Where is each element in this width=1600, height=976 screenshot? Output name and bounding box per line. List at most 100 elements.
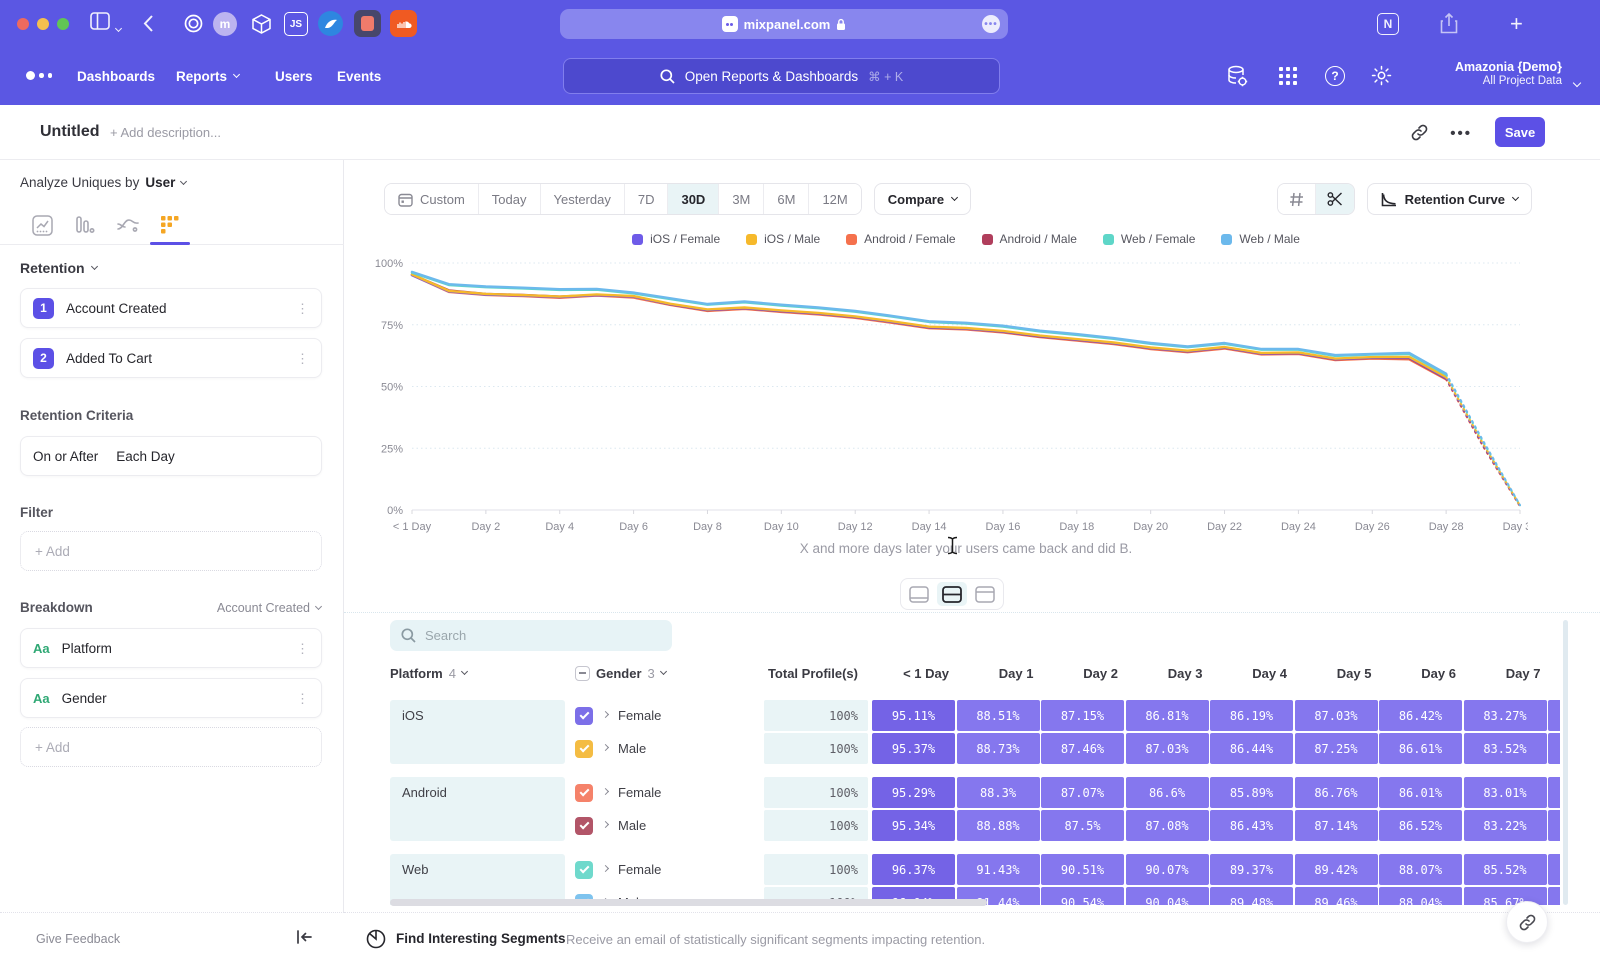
retention-value-cell[interactable]: 89.48% xyxy=(1210,887,1293,905)
expand-chevron-icon[interactable] xyxy=(602,743,609,750)
column-header-day[interactable]: Day 4 xyxy=(1210,660,1293,686)
retention-value-cell[interactable]: 86.76% xyxy=(1295,777,1378,808)
red-app-extension-icon[interactable] xyxy=(354,10,381,37)
apps-grid-icon[interactable] xyxy=(1279,67,1298,86)
step-options-icon[interactable]: ⋮ xyxy=(296,306,309,311)
retention-value-cell[interactable]: 87.46% xyxy=(1041,733,1124,764)
retention-value-cell[interactable]: 96.37% xyxy=(872,854,955,885)
share-link-floating-button[interactable] xyxy=(1506,901,1548,943)
breakdown-add-button[interactable]: + Add xyxy=(20,727,322,767)
retention-value-cell[interactable]: 88.07% xyxy=(1379,854,1462,885)
analyze-value-dropdown[interactable]: User xyxy=(145,175,186,190)
retention-value-cell[interactable]: 86.6% xyxy=(1126,777,1209,808)
vertical-scrollbar[interactable] xyxy=(1563,620,1568,905)
retention-step-card[interactable]: 2Added To Cart⋮ xyxy=(20,338,322,378)
avatar-m-icon[interactable]: m xyxy=(213,12,237,36)
retention-value-cell[interactable]: 90.07% xyxy=(1126,854,1209,885)
retention-value-cell[interactable]: 85.89% xyxy=(1210,777,1293,808)
series-checkbox[interactable] xyxy=(575,817,593,835)
column-header-day[interactable]: Day 2 xyxy=(1041,660,1124,686)
retention-value-cell[interactable]: 90.04% xyxy=(1126,887,1209,905)
retention-value-cell[interactable]: 88.3% xyxy=(957,777,1040,808)
column-header-total[interactable]: Total Profile(s) xyxy=(764,660,858,686)
retention-value-cell[interactable]: 87.03% xyxy=(1295,700,1378,731)
retention-value-cell[interactable]: 86.43% xyxy=(1210,810,1293,841)
report-more-menu[interactable]: ••• xyxy=(1450,125,1472,142)
column-header-day[interactable]: < 1 Day xyxy=(872,660,955,686)
retention-section-header[interactable]: Retention xyxy=(20,260,97,276)
column-header-day[interactable]: Day 5 xyxy=(1295,660,1378,686)
bird-extension-icon[interactable] xyxy=(318,11,343,36)
range-yesterday[interactable]: Yesterday xyxy=(541,184,625,214)
criteria-on-or-after[interactable]: On or After xyxy=(33,449,98,464)
legend-item[interactable]: Web / Female xyxy=(1103,232,1195,246)
js-extension-icon[interactable]: JS xyxy=(284,12,308,36)
collapse-sidebar-icon[interactable] xyxy=(296,930,312,944)
range-6m[interactable]: 6M xyxy=(764,184,809,214)
table-search-input[interactable]: Search xyxy=(390,620,672,651)
retention-value-cell[interactable]: 89.37% xyxy=(1210,854,1293,885)
retention-value-cell[interactable]: 87.08% xyxy=(1126,810,1209,841)
retention-chart[interactable]: 0%25%50%75%100%< 1 DayDay 2Day 4Day 6Day… xyxy=(368,255,1528,537)
legend-item[interactable]: iOS / Male xyxy=(746,232,820,246)
nav-item-dashboards[interactable]: Dashboards xyxy=(77,66,155,86)
gender-cell[interactable]: Male xyxy=(575,810,760,841)
range-30d[interactable]: 30D xyxy=(668,184,719,214)
gender-cell[interactable]: Female xyxy=(575,854,760,885)
trim-curve-toggle[interactable] xyxy=(1316,184,1354,214)
address-bar[interactable]: mixpanel.com ••• xyxy=(560,9,1008,39)
save-button[interactable]: Save xyxy=(1495,117,1545,147)
compare-button[interactable]: Compare xyxy=(874,183,971,215)
layout-table-only-button[interactable] xyxy=(970,582,1000,606)
layout-chart-only-button[interactable] xyxy=(904,582,934,606)
retention-value-cell[interactable]: 95.11% xyxy=(872,700,955,731)
retention-value-cell[interactable]: 83.52% xyxy=(1464,733,1547,764)
series-checkbox[interactable] xyxy=(575,784,593,802)
breakdown-options-icon[interactable]: ⋮ xyxy=(296,696,309,701)
range-3m[interactable]: 3M xyxy=(719,184,764,214)
mixpanel-logo[interactable] xyxy=(26,71,52,80)
nav-item-events[interactable]: Events xyxy=(337,66,381,86)
retention-value-cell[interactable]: 89.42% xyxy=(1295,854,1378,885)
retention-value-cell[interactable]: 86.52% xyxy=(1379,810,1462,841)
retention-value-cell[interactable]: 88.73% xyxy=(957,733,1040,764)
retention-value-cell[interactable]: 95.37% xyxy=(872,733,955,764)
browser-sidebar-icon[interactable] xyxy=(90,12,110,30)
share-icon[interactable] xyxy=(1440,13,1458,34)
column-header-platform[interactable]: Platform 4 xyxy=(390,660,467,686)
retention-value-cell[interactable]: 91.43% xyxy=(957,854,1040,885)
gender-cell[interactable]: Male xyxy=(575,733,760,764)
new-tab-icon[interactable]: + xyxy=(1510,11,1523,37)
tab-retention-icon[interactable] xyxy=(155,210,185,240)
tab-flows-icon[interactable] xyxy=(113,210,143,240)
expand-chevron-icon[interactable] xyxy=(602,787,609,794)
horizontal-scrollbar[interactable] xyxy=(390,899,987,906)
column-header-day[interactable]: Day 3 xyxy=(1126,660,1209,686)
retention-value-cell[interactable]: 90.54% xyxy=(1041,887,1124,905)
window-minimize-button[interactable] xyxy=(37,18,49,30)
legend-item[interactable]: Web / Male xyxy=(1221,232,1299,246)
retention-value-cell[interactable]: 86.01% xyxy=(1379,777,1462,808)
retention-value-cell[interactable]: 86.81% xyxy=(1126,700,1209,731)
segments-title[interactable]: Find Interesting Segments xyxy=(396,931,566,946)
expand-chevron-icon[interactable] xyxy=(602,820,609,827)
expand-chevron-icon[interactable] xyxy=(602,864,609,871)
retention-value-cell[interactable]: 87.03% xyxy=(1126,733,1209,764)
retention-value-cell[interactable]: 88.04% xyxy=(1379,887,1462,905)
breakdown-card-platform[interactable]: AaPlatform⋮ xyxy=(20,628,322,668)
settings-gear-icon[interactable] xyxy=(1371,65,1392,86)
retention-value-cell[interactable]: 87.5% xyxy=(1041,810,1124,841)
criteria-each-day[interactable]: Each Day xyxy=(116,449,175,464)
column-header-day[interactable]: Day 1 xyxy=(957,660,1040,686)
help-icon[interactable]: ? xyxy=(1325,66,1345,86)
retention-value-cell[interactable]: 88.51% xyxy=(957,700,1040,731)
retention-value-cell[interactable]: 87.14% xyxy=(1295,810,1378,841)
breakdown-options-icon[interactable]: ⋮ xyxy=(296,646,309,651)
filter-add-button[interactable]: + Add xyxy=(20,531,322,571)
platform-cell[interactable]: Android xyxy=(390,777,565,841)
tab-funnels-icon[interactable] xyxy=(70,210,100,240)
retention-value-cell[interactable]: 88.88% xyxy=(957,810,1040,841)
retention-value-cell[interactable]: 89.46% xyxy=(1295,887,1378,905)
retention-value-cell[interactable]: 90.51% xyxy=(1041,854,1124,885)
retention-value-cell[interactable]: 87.15% xyxy=(1041,700,1124,731)
